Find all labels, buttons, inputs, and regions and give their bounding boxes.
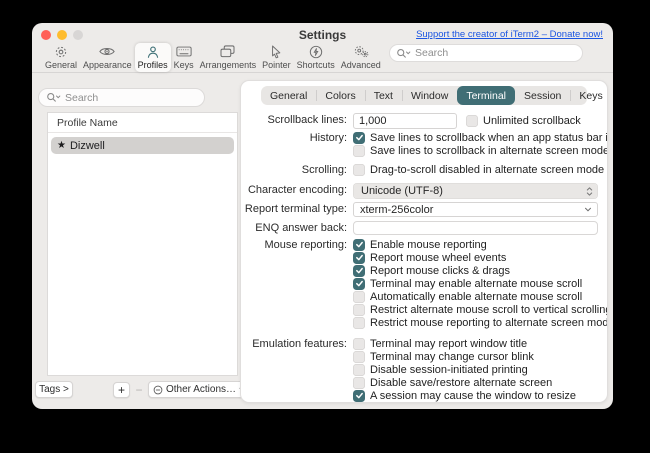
other-actions-label: Other Actions… — [166, 384, 236, 395]
cursor-arrow-icon — [270, 44, 282, 59]
emulation-checkbox-3[interactable] — [353, 377, 365, 389]
bolt-circle-icon — [309, 44, 323, 59]
minimize-button[interactable] — [57, 30, 67, 40]
search-placeholder: Search — [415, 47, 448, 59]
toolbar-item-advanced[interactable]: Advanced — [338, 43, 384, 72]
tab-general[interactable]: General — [261, 86, 316, 105]
traffic-lights — [41, 30, 83, 40]
mouse-checkbox-6[interactable] — [353, 317, 365, 329]
emulation-checkbox-2[interactable] — [353, 364, 365, 376]
mouse-checkbox-2[interactable] — [353, 265, 365, 277]
enq-answer-back-input[interactable] — [353, 221, 598, 235]
profile-row[interactable]: ★ Dizwell — [51, 137, 234, 154]
toolbar-item-profiles[interactable]: Profiles — [135, 43, 171, 72]
toolbar-item-general[interactable]: General — [42, 43, 80, 72]
donate-link[interactable]: Support the creator of iTerm2 – Donate n… — [416, 29, 603, 40]
profiles-sidebar: Search Profile Name ★ Dizwell Tags > + −… — [32, 74, 240, 409]
profile-search-field[interactable]: Search — [38, 88, 205, 107]
report-terminal-type-label: Report terminal type: — [241, 202, 353, 215]
mouse-checkbox-5[interactable] — [353, 304, 365, 316]
mouse-checkbox-3[interactable] — [353, 278, 365, 290]
gears-icon — [353, 44, 369, 59]
eye-icon — [99, 44, 115, 59]
emulation-checkbox-1[interactable] — [353, 351, 365, 363]
scrolling-checkbox-0[interactable] — [353, 164, 365, 176]
report-terminal-type-value: xterm-256color — [360, 204, 433, 216]
mouse-reporting-label: Mouse reporting: — [241, 238, 353, 251]
history-checkbox-0[interactable] — [353, 132, 365, 144]
popup-stepper-icon — [586, 186, 593, 197]
scrollback-lines-input[interactable] — [353, 113, 457, 129]
report-terminal-type-combo[interactable]: xterm-256color — [353, 202, 598, 217]
toolbar-item-arrangements[interactable]: Arrangements — [197, 43, 260, 72]
chevron-down-icon — [584, 207, 592, 212]
sidebar-footer: Tags > + − Other Actions… — [35, 381, 238, 399]
scrollback-lines-label: Scrollback lines: — [241, 113, 353, 126]
profile-list-header: Profile Name — [48, 113, 237, 133]
enq-answer-back-label: ENQ answer back: — [241, 221, 353, 234]
settings-window: Settings Support the creator of iTerm2 –… — [32, 23, 613, 409]
preferences-toolbar: General Appearance Profiles Keys — [32, 43, 613, 73]
tab-session[interactable]: Session — [515, 86, 570, 105]
search-icon — [396, 48, 411, 59]
keyboard-icon — [176, 44, 192, 59]
zoom-button[interactable] — [73, 30, 83, 40]
tab-window[interactable]: Window — [402, 86, 457, 105]
toolbar-item-keys[interactable]: Keys — [171, 43, 197, 72]
unlimited-scrollback-label: Unlimited scrollback — [483, 115, 581, 127]
close-button[interactable] — [41, 30, 51, 40]
unlimited-scrollback-checkbox[interactable] — [466, 115, 478, 127]
profile-tabs: General Colors Text Window Terminal Sess… — [261, 86, 587, 105]
remove-profile-button[interactable]: − — [133, 382, 145, 398]
toolbar-item-pointer[interactable]: Pointer — [259, 43, 294, 72]
search-icon — [46, 92, 61, 103]
terminal-settings-form: Scrollback lines: Unlimited scrollback H… — [241, 110, 607, 402]
history-checkbox-1[interactable] — [353, 145, 365, 157]
tab-keys[interactable]: Keys — [570, 86, 608, 105]
gear-icon — [54, 44, 68, 59]
tab-terminal[interactable]: Terminal — [457, 86, 515, 105]
add-profile-button[interactable]: + — [113, 382, 130, 398]
emulation-features-label: Emulation features: — [241, 337, 353, 350]
other-actions-icon — [153, 385, 163, 395]
star-icon: ★ — [57, 141, 66, 151]
tab-text[interactable]: Text — [365, 86, 402, 105]
tab-colors[interactable]: Colors — [316, 86, 364, 105]
stacked-windows-icon — [220, 44, 235, 59]
mouse-checkbox-0[interactable] — [353, 239, 365, 251]
toolbar-item-shortcuts[interactable]: Shortcuts — [294, 43, 338, 72]
character-encoding-label: Character encoding: — [241, 183, 353, 196]
character-encoding-popup[interactable]: Unicode (UTF-8) — [353, 183, 598, 199]
mouse-checkbox-4[interactable] — [353, 291, 365, 303]
history-label: History: — [241, 131, 353, 144]
emulation-checkbox-4[interactable] — [353, 390, 365, 402]
person-icon — [146, 44, 160, 59]
profile-list: Profile Name ★ Dizwell — [47, 112, 238, 376]
other-actions-dropdown[interactable]: Other Actions… — [148, 381, 245, 398]
emulation-checkbox-0[interactable] — [353, 338, 365, 350]
toolbar-search-field[interactable]: Search — [389, 44, 583, 62]
profile-name: Dizwell — [70, 140, 105, 152]
mouse-checkbox-1[interactable] — [353, 252, 365, 264]
search-placeholder: Search — [65, 92, 98, 104]
scrolling-label: Scrolling: — [241, 163, 353, 176]
character-encoding-value: Unicode (UTF-8) — [361, 185, 443, 197]
titlebar: Settings Support the creator of iTerm2 –… — [32, 23, 613, 43]
profile-settings-pane: General Colors Text Window Terminal Sess… — [240, 80, 608, 403]
toolbar-item-appearance[interactable]: Appearance — [80, 43, 135, 72]
tags-button[interactable]: Tags > — [35, 381, 73, 398]
